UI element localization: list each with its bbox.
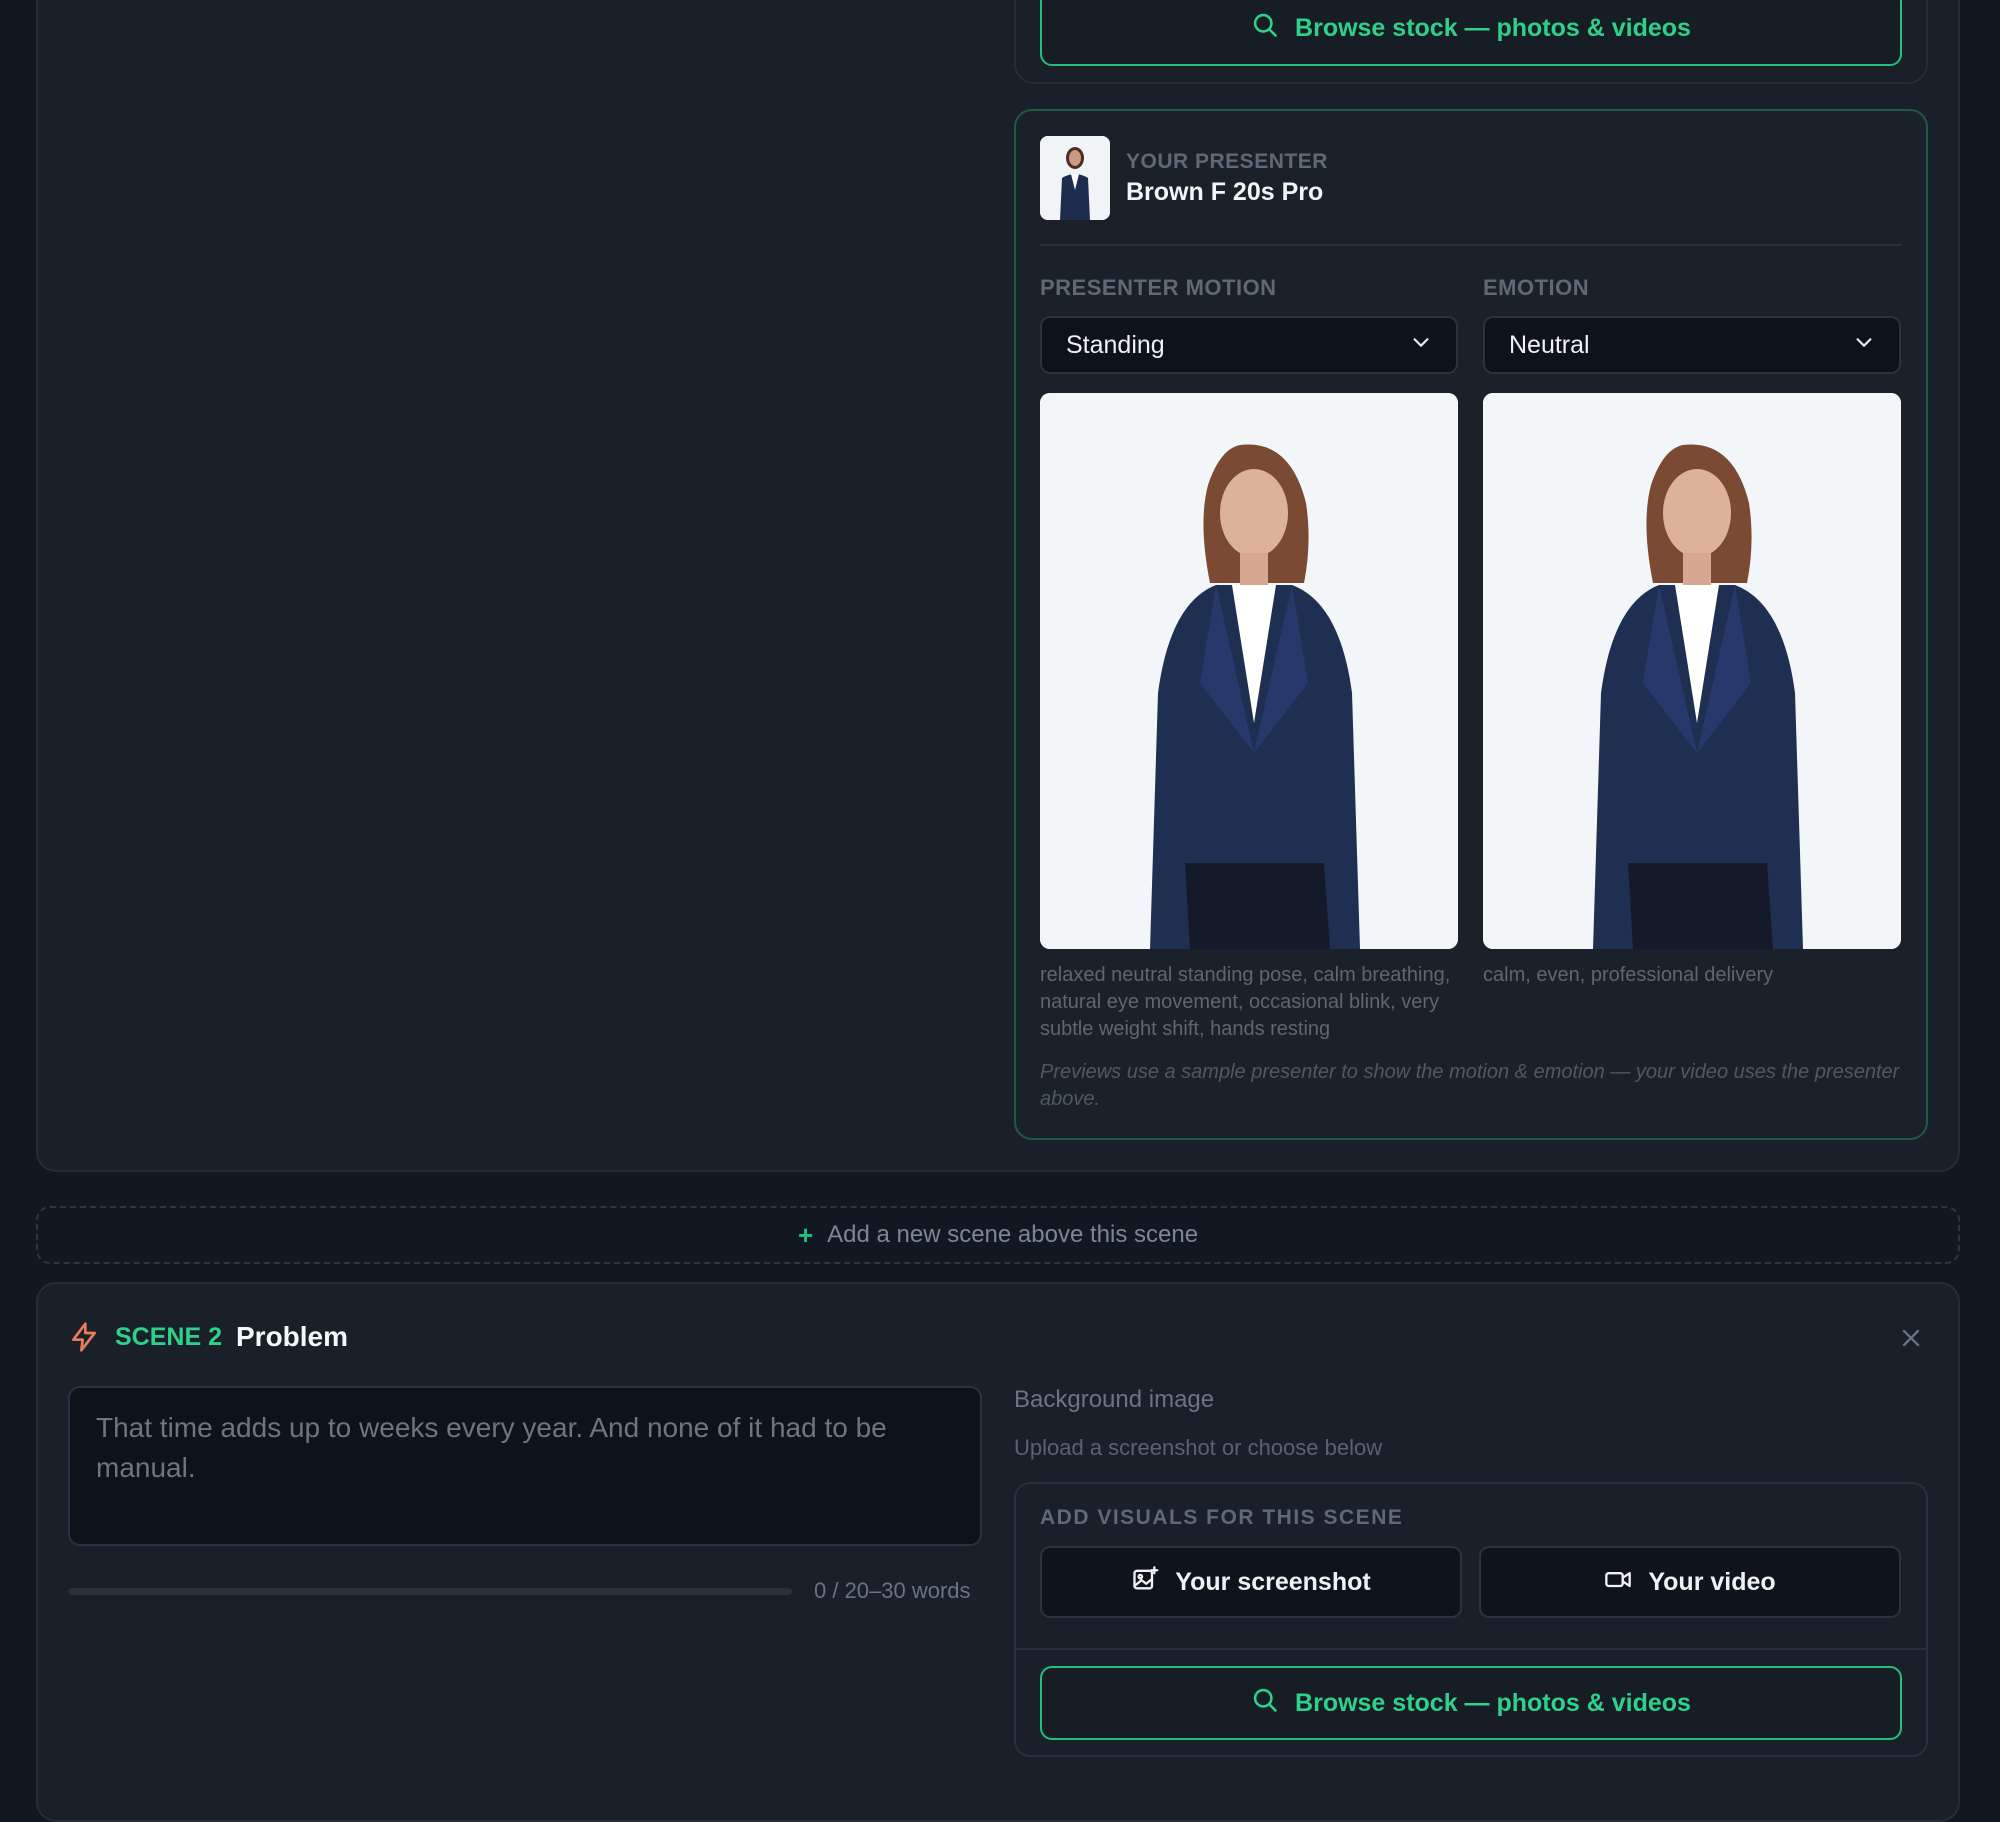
video-camera-icon [1604,1565,1632,1600]
emotion-select[interactable]: Neutral [1483,316,1901,374]
presenter-avatar[interactable] [1040,136,1110,220]
preview-note: Previews use a sample presenter to show … [1040,1061,1900,1110]
word-count: 0 / 20–30 words [814,1578,971,1603]
your-screenshot-label: Your screenshot [1175,1567,1371,1596]
presenter-name: Brown F 20s Pro [1126,178,1324,206]
motion-select[interactable]: Standing [1040,316,1458,374]
scene-number: SCENE 2 [115,1323,222,1351]
chevron-down-icon [1853,331,1875,360]
close-icon[interactable] [1897,1324,1925,1352]
divider [1040,244,1902,246]
word-count-progress [68,1588,792,1595]
background-image-subtitle: Upload a screenshot or choose below [1014,1435,1383,1460]
divider [1016,1648,1926,1650]
search-icon [1251,11,1279,46]
script-textarea[interactable]: That time adds up to weeks every year. A… [68,1386,982,1546]
browse-stock-button[interactable]: Browse stock — photos & videos [1040,0,1902,66]
image-add-icon [1131,1565,1159,1600]
search-icon [1251,1686,1279,1721]
add-scene-above-button[interactable]: + Add a new scene above this scene [36,1206,1960,1264]
browse-stock-label: Browse stock — photos & videos [1295,1688,1691,1717]
add-visuals-label: ADD VISUALS FOR THIS SCENE [1040,1506,1404,1529]
emotion-preview-image[interactable] [1483,393,1901,949]
browse-stock-label: Browse stock — photos & videos [1295,13,1691,42]
lightning-icon [68,1320,100,1354]
your-video-button[interactable]: Your video [1479,1546,1901,1618]
motion-preview-image[interactable] [1040,393,1458,949]
presenter-section-label: YOUR PRESENTER [1126,150,1328,173]
background-image-title: Background image [1014,1386,1215,1413]
scene-title[interactable]: Problem [236,1321,348,1353]
your-screenshot-button[interactable]: Your screenshot [1040,1546,1462,1618]
motion-description: relaxed neutral standing pose, calm brea… [1040,964,1451,1040]
your-video-label: Your video [1648,1567,1776,1596]
add-scene-label: Add a new scene above this scene [827,1221,1199,1248]
emotion-select-value: Neutral [1509,330,1590,359]
motion-select-value: Standing [1066,330,1165,359]
chevron-down-icon [1410,331,1432,360]
emotion-label: EMOTION [1483,275,1590,300]
emotion-description: calm, even, professional delivery [1483,964,1774,986]
browse-stock-button[interactable]: Browse stock — photos & videos [1040,1666,1902,1740]
motion-label: PRESENTER MOTION [1040,275,1277,300]
plus-icon: + [797,1219,814,1250]
